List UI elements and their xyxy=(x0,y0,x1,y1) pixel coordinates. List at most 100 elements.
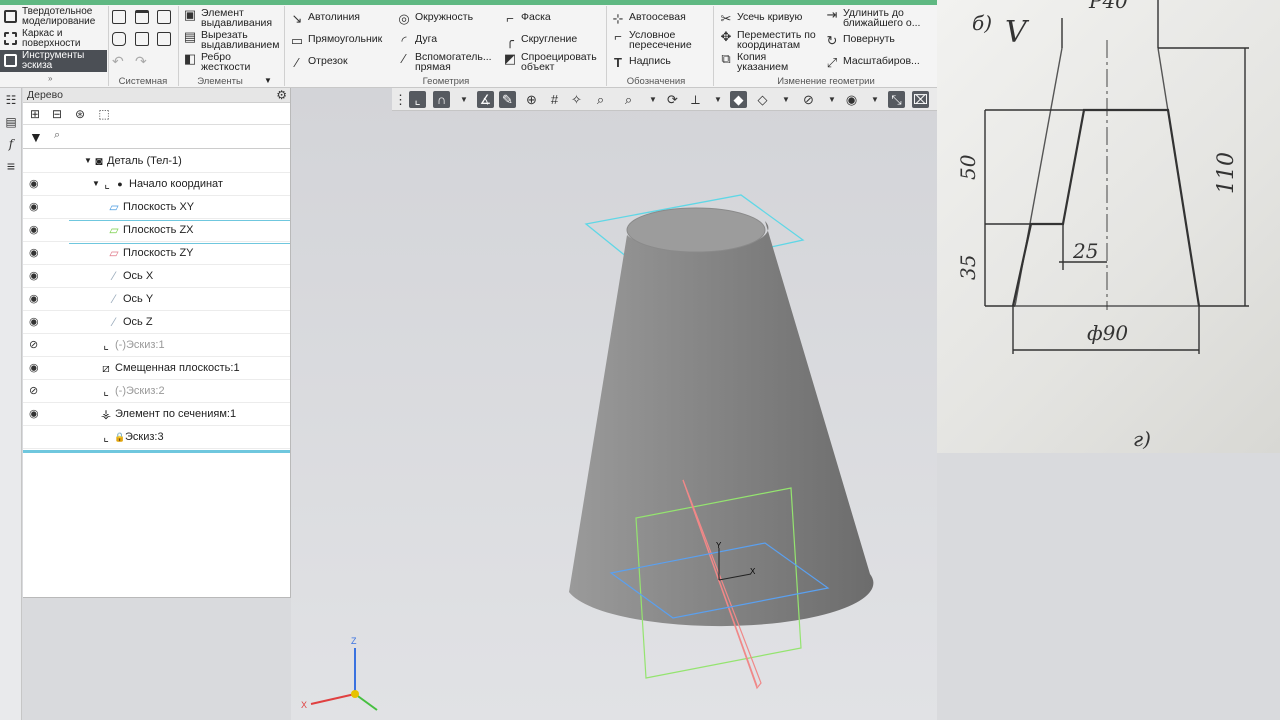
eye-icon[interactable]: ◉ xyxy=(29,408,43,420)
mode-solid-modeling[interactable]: Твердотельное моделирование xyxy=(0,6,107,28)
selection-line xyxy=(69,243,290,244)
mode-surfaces[interactable]: Каркас и поверхности xyxy=(0,28,107,50)
sketch-mode-icon xyxy=(4,54,17,67)
circle-icon: ◎ xyxy=(398,11,410,26)
eye-icon[interactable]: ◉ xyxy=(29,178,43,190)
copy-icon: ⧉ xyxy=(721,51,731,66)
eye-icon[interactable]: ◉ xyxy=(29,316,43,328)
text-label-button[interactable]: T Надпись xyxy=(614,56,671,70)
chamfer-button[interactable]: ⌐ Фаска xyxy=(506,12,551,26)
eye-icon[interactable]: ◉ xyxy=(29,293,43,305)
open-file-icon[interactable] xyxy=(135,10,149,24)
aux-line-icon: ⁄ xyxy=(402,51,406,66)
rectangle-button[interactable]: ▭ Прямоугольник xyxy=(291,34,382,48)
tree-row[interactable]: ⌞ 🔒 Эскиз:3 xyxy=(23,426,290,449)
components-icon[interactable]: ⊛ xyxy=(73,107,87,121)
modes-collapse-icon[interactable]: » xyxy=(48,74,52,83)
tree-row[interactable]: ⊘ ⌞ (-)Эскиз:2 xyxy=(23,380,290,403)
rib-button[interactable]: ◧ Ребро жесткости xyxy=(184,52,261,73)
arc-button[interactable]: ◜ Дуга xyxy=(401,34,437,48)
tree-row[interactable]: ◉ ⧄ Смещенная плоскость:1 xyxy=(23,357,290,380)
tree-row-label: Смещенная плоскость:1 xyxy=(115,362,240,374)
tree-row[interactable]: ◉ ▱ Плоскость XY xyxy=(23,196,290,219)
layers-icon[interactable]: ≡ xyxy=(4,159,18,173)
project-object-button[interactable]: ◩ Спроецировать объект xyxy=(504,52,601,73)
move-by-coords-button[interactable]: ✥ Переместить по координатам xyxy=(721,30,817,51)
tree-row[interactable]: ▼ ◙ Деталь (Тел-1) xyxy=(23,150,290,173)
new-file-icon[interactable] xyxy=(112,10,126,24)
structure-view-icon[interactable]: ⊞ xyxy=(28,107,42,121)
3d-scene: X Y Z X xyxy=(301,194,874,711)
sketch-icon: ⌞ xyxy=(103,338,109,352)
history-view-icon[interactable]: ⊟ xyxy=(50,107,64,121)
segment-button[interactable]: ⁄ Отрезок xyxy=(296,56,348,70)
eye-icon[interactable]: ◉ xyxy=(29,224,43,236)
cut-extrude-button[interactable]: ▤ Вырезать выдавливанием xyxy=(184,30,281,51)
extrude-element-button[interactable]: ▣ Элемент выдавливания xyxy=(184,8,276,29)
selection-icon[interactable]: ⬚ xyxy=(97,107,111,121)
save-icon[interactable] xyxy=(157,10,171,24)
tree-row[interactable]: ◉ ⚶ Элемент по сечениям:1 xyxy=(23,403,290,426)
ribbon-accent-line xyxy=(0,0,937,5)
tree-row-label: Ось Y xyxy=(123,293,154,305)
tree-row[interactable]: ◉ ⁄ Ось Z xyxy=(23,311,290,334)
selection-line xyxy=(69,220,290,221)
tree-row[interactable]: ◉ ⁄ Ось X xyxy=(23,265,290,288)
tree-row[interactable]: ◉ ⁄ Ось Y xyxy=(23,288,290,311)
drawing-dim-25: 25 xyxy=(1072,239,1098,263)
screen-background xyxy=(937,453,1280,720)
fillet-button[interactable]: ╭ Скругление xyxy=(506,34,577,48)
properties-panel-icon[interactable]: ▤ xyxy=(4,115,18,129)
drawing-top-dim: Р40 xyxy=(1088,0,1128,13)
autoline-button[interactable]: ↘ Автолиния xyxy=(292,12,360,26)
eye-icon[interactable]: ◉ xyxy=(29,270,43,282)
copy-by-point-button[interactable]: ⧉ Копия указанием xyxy=(721,52,797,73)
eye-hidden-icon[interactable]: ⊘ xyxy=(29,385,43,397)
extend-button[interactable]: ⇥ Удлинить до ближайшего о... xyxy=(827,8,928,29)
tree-row[interactable]: ◉ ▼ ⌞ ● Начало координат xyxy=(23,173,290,196)
mode-sketch-tools[interactable]: Инструменты эскиза xyxy=(0,50,107,72)
preview-icon[interactable] xyxy=(135,32,149,46)
tree-row-label: Плоскость ZY xyxy=(123,247,194,259)
tree-row[interactable]: ◉ ▱ Плоскость ZY xyxy=(23,242,290,265)
print-icon[interactable] xyxy=(112,32,126,46)
drawing-figure-label: г) xyxy=(1133,427,1151,451)
properties-icon[interactable] xyxy=(157,32,171,46)
eye-icon[interactable]: ◉ xyxy=(29,247,43,259)
drawing-roughness-mark: V xyxy=(1005,15,1030,50)
part-icon: ◙ xyxy=(95,154,103,168)
eye-icon[interactable]: ◉ xyxy=(29,201,43,213)
rib-icon: ◧ xyxy=(183,51,197,66)
rotate-button[interactable]: ↻ Повернуть xyxy=(827,34,895,48)
offset-plane-icon: ⧄ xyxy=(102,361,110,375)
tree-panel-icon[interactable]: ☷ xyxy=(4,93,18,107)
cone-top-face[interactable] xyxy=(626,207,766,253)
project-icon: ◩ xyxy=(503,51,517,66)
eye-hidden-icon[interactable]: ⊘ xyxy=(29,339,43,351)
loft-cone-body[interactable] xyxy=(569,221,874,627)
scale-button[interactable]: ⤢ Масштабиров... xyxy=(827,56,920,70)
tree-row[interactable]: ◉ ▱ Плоскость ZX xyxy=(23,219,290,242)
redo-icon[interactable]: ↷ xyxy=(135,53,147,70)
search-icon[interactable]: ⌕ xyxy=(54,129,60,142)
eye-icon[interactable]: ◉ xyxy=(29,362,43,374)
tree-row[interactable]: ⊘ ⌞ (-)Эскиз:1 xyxy=(23,334,290,357)
chamfer-icon: ⌐ xyxy=(506,11,514,26)
gear-icon[interactable]: ⚙ xyxy=(276,88,287,103)
conditional-intersection-button[interactable]: ⌐ Условное пересечение xyxy=(614,30,699,51)
axis-icon: ⁄ xyxy=(112,269,115,283)
extend-icon: ⇥ xyxy=(826,7,838,22)
drawing-dim-50: 50 xyxy=(956,154,980,180)
sketch-lock-icon: ⌞ xyxy=(103,430,109,444)
filter-icon[interactable]: ▼ xyxy=(29,129,43,145)
trim-curve-button[interactable]: ✂ Усечь кривую xyxy=(721,12,803,26)
move-icon: ✥ xyxy=(720,29,732,44)
circle-button[interactable]: ◎ Окружность xyxy=(398,12,473,26)
variables-icon[interactable]: f xyxy=(4,137,18,151)
undo-icon[interactable]: ↶ xyxy=(112,53,124,70)
elements-dropdown-icon[interactable]: ▼ xyxy=(264,76,272,85)
aux-line-button[interactable]: ⁄ Вспомогатель... прямая xyxy=(403,52,495,73)
orientation-triad: Z X xyxy=(301,636,378,711)
auto-axis-button[interactable]: ⊹ Автоосевая xyxy=(613,12,686,26)
triad-z-label: Z xyxy=(351,636,357,646)
